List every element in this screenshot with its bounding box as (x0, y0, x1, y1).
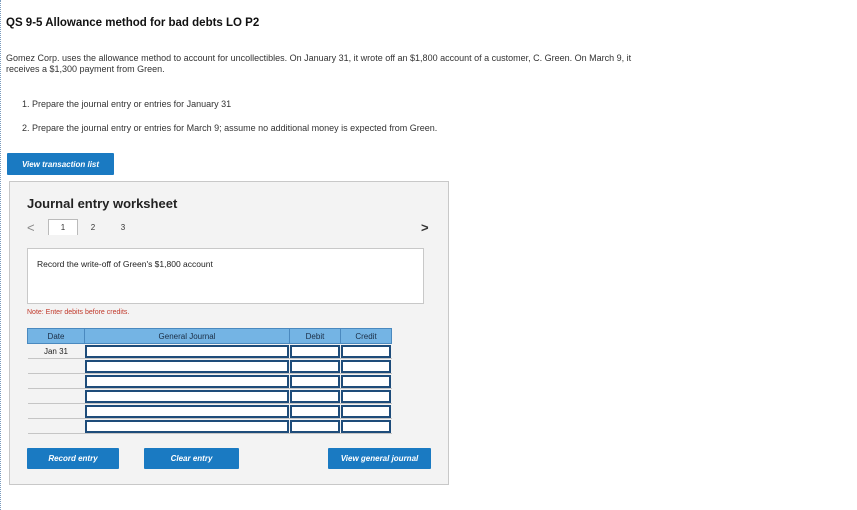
date-cell (27, 418, 85, 434)
general-journal-input[interactable] (84, 344, 289, 358)
view-transaction-list-button[interactable]: View transaction list (7, 153, 114, 175)
debit-input[interactable] (289, 359, 340, 373)
journal-entry-worksheet: Journal entry worksheet < 1 2 3 > Record… (9, 181, 449, 485)
worksheet-tabs: 1 2 3 (48, 219, 138, 235)
date-header: Date (27, 328, 85, 344)
credit-input[interactable] (340, 404, 391, 418)
chevron-right-icon[interactable]: > (421, 220, 429, 235)
debit-header: Debit (289, 328, 341, 344)
debit-input[interactable] (289, 419, 340, 433)
question-text: Gomez Corp. uses the allowance method to… (6, 53, 632, 74)
worksheet-title: Journal entry worksheet (27, 196, 178, 211)
general-journal-header: General Journal (84, 328, 290, 344)
table-row (27, 373, 392, 389)
page-left-border (0, 0, 1, 510)
credit-input[interactable] (340, 419, 391, 433)
general-journal-input[interactable] (84, 374, 289, 388)
chevron-left-icon[interactable]: < (27, 220, 35, 235)
tab-2[interactable]: 2 (78, 219, 108, 235)
general-journal-input[interactable] (84, 404, 289, 418)
date-cell (27, 373, 85, 389)
clear-entry-button[interactable]: Clear entry (144, 448, 239, 469)
credit-input[interactable] (340, 359, 391, 373)
entry-description-box: Record the write-off of Green's $1,800 a… (27, 248, 424, 304)
date-cell (27, 358, 85, 374)
credit-input[interactable] (340, 389, 391, 403)
date-cell: Jan 31 (27, 343, 85, 359)
debit-input[interactable] (289, 404, 340, 418)
table-row (27, 403, 392, 419)
debits-note: Note: Enter debits before credits. (27, 309, 130, 316)
general-journal-input[interactable] (84, 419, 289, 433)
table-row: Jan 31 (27, 343, 392, 359)
debit-input[interactable] (289, 344, 340, 358)
entry-description: Record the write-off of Green's $1,800 a… (37, 259, 213, 269)
requirement-1: 1. Prepare the journal entry or entries … (22, 99, 232, 109)
table-row (27, 388, 392, 404)
credit-input[interactable] (340, 344, 391, 358)
question-title: QS 9-5 Allowance method for bad debts LO… (6, 17, 260, 29)
date-cell (27, 403, 85, 419)
debit-input[interactable] (289, 374, 340, 388)
requirement-2: 2. Prepare the journal entry or entries … (22, 123, 438, 133)
table-row (27, 358, 392, 374)
general-journal-input[interactable] (84, 359, 289, 373)
table-row (27, 418, 392, 434)
tab-3[interactable]: 3 (108, 219, 138, 235)
table-header-row: Date General Journal Debit Credit (27, 328, 392, 344)
journal-table: Date General Journal Debit Credit Jan 31 (27, 328, 392, 434)
credit-header: Credit (340, 328, 392, 344)
general-journal-input[interactable] (84, 389, 289, 403)
debit-input[interactable] (289, 389, 340, 403)
view-general-journal-button[interactable]: View general journal (328, 448, 431, 469)
tab-1[interactable]: 1 (48, 219, 78, 235)
credit-input[interactable] (340, 374, 391, 388)
record-entry-button[interactable]: Record entry (27, 448, 119, 469)
date-cell (27, 388, 85, 404)
